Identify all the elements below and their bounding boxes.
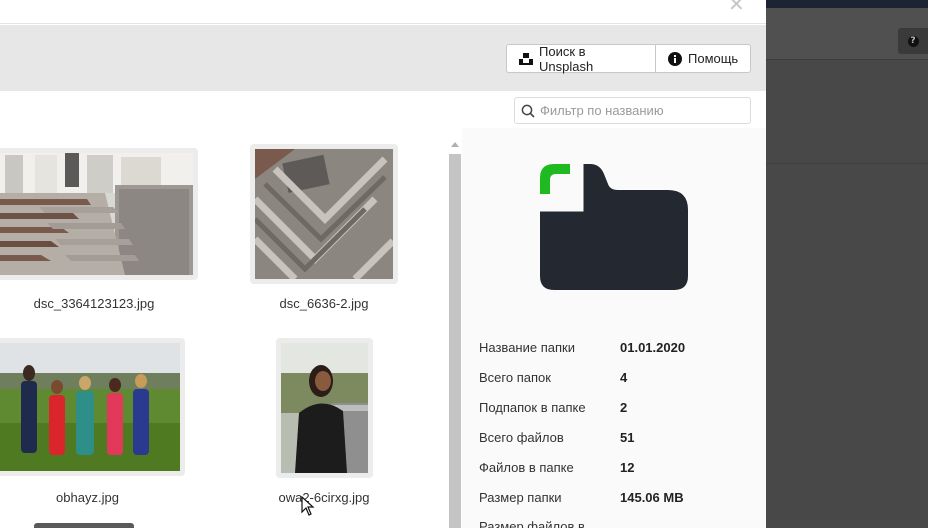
thumbnail-image xyxy=(281,343,368,473)
file-thumbnail[interactable] xyxy=(0,148,198,280)
mouse-cursor-icon xyxy=(301,496,315,516)
scroll-thumb[interactable] xyxy=(449,154,461,528)
file-manager-modal: ✕ Поиск в Unsplash Помощь Фильтр по назв… xyxy=(0,0,766,528)
search-icon xyxy=(521,104,535,118)
file-name: dsc_6636-2.jpg xyxy=(279,296,369,311)
scroll-up-arrow[interactable] xyxy=(451,142,459,147)
unsplash-search-label: Поиск в Unsplash xyxy=(539,43,594,74)
thumbnail-image xyxy=(0,153,193,275)
folder-icon xyxy=(540,164,688,290)
unsplash-search-button[interactable]: Поиск в Unsplash xyxy=(506,43,656,74)
filter-input[interactable] xyxy=(540,103,740,118)
modal-toolbar: Поиск в Unsplash Помощь xyxy=(0,25,766,91)
info-icon xyxy=(668,51,682,66)
file-thumbnail-partial[interactable] xyxy=(34,523,134,528)
background-content xyxy=(766,164,928,528)
unsplash-icon xyxy=(519,52,533,65)
file-grid-scrollbar[interactable] xyxy=(449,140,461,528)
background-header: ? xyxy=(766,8,928,60)
folder-info-panel: Название папки 01.01.2020 Всего папок 4 … xyxy=(462,128,766,528)
toolbar-button-group: Поиск в Unsplash Помощь xyxy=(506,43,751,74)
file-thumbnail[interactable] xyxy=(250,144,398,284)
help-button[interactable]: Помощь xyxy=(656,44,751,73)
file-grid: dsc_3364123123.jpg dsc_6636-2.jpg obhayz… xyxy=(0,140,446,528)
thumbnail-image xyxy=(255,149,393,279)
help-label: Помощь xyxy=(688,51,739,66)
thumbnail-image xyxy=(0,343,180,471)
file-name: dsc_3364123123.jpg xyxy=(33,296,155,311)
file-thumbnail[interactable] xyxy=(0,338,185,476)
file-name: obhayz.jpg xyxy=(56,490,119,505)
filter-field[interactable] xyxy=(514,97,751,124)
file-thumbnail[interactable] xyxy=(276,338,373,478)
background-help-button[interactable]: ? xyxy=(898,28,928,54)
close-icon[interactable]: ✕ xyxy=(728,0,745,16)
file-name: owa2-6cirxg.jpg xyxy=(278,490,370,505)
modal-header: ✕ xyxy=(0,0,766,24)
background-topbar xyxy=(766,0,928,8)
background-app: ? xyxy=(766,0,928,528)
question-icon: ? xyxy=(907,35,919,47)
background-section xyxy=(766,60,928,164)
